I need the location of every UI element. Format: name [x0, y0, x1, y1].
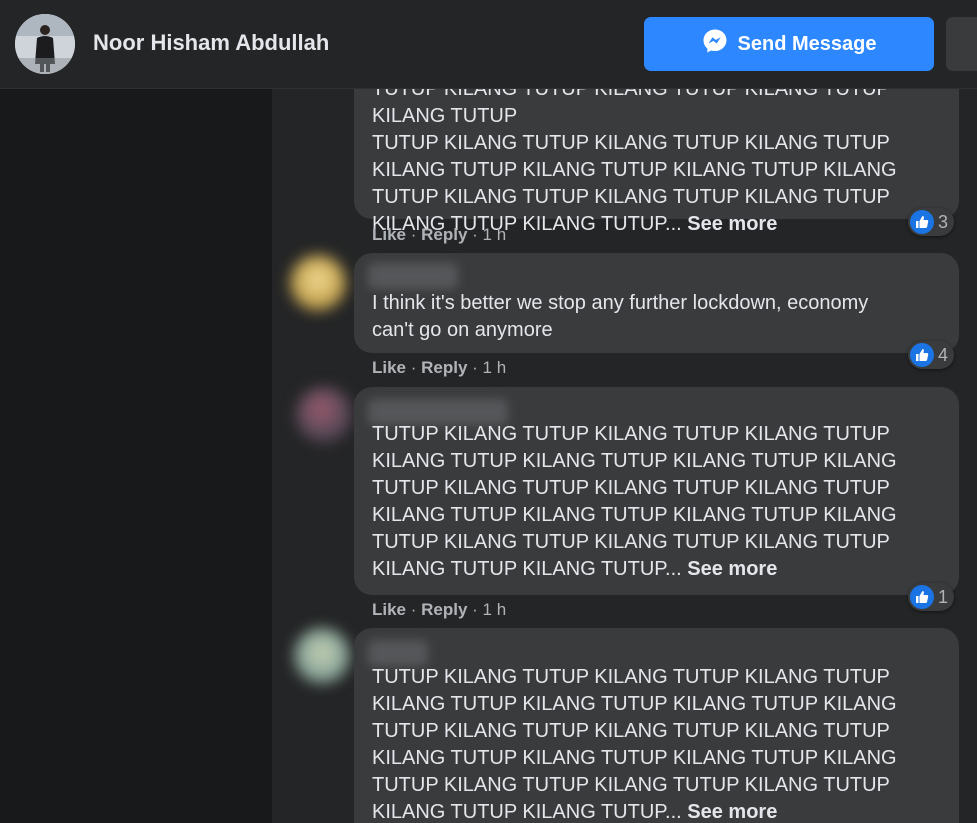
reaction-number: 1 — [938, 586, 949, 607]
commenter-avatar[interactable] — [296, 387, 352, 443]
comment-bubble: TUTUP KILANG TUTUP KILANG TUTUP KILANG T… — [354, 89, 959, 235]
commenter-name-blurred[interactable] — [368, 640, 428, 666]
comment-bubble: TUTUP KILANG TUTUP KILANG TUTUP KILANG T… — [354, 387, 959, 595]
comment-body: TUTUP KILANG TUTUP KILANG TUTUP KILANG T… — [372, 423, 897, 580]
messenger-icon — [702, 28, 728, 60]
thumbs-up-icon — [910, 343, 934, 367]
like-link[interactable]: Like — [372, 225, 406, 244]
profile-header: Noor Hisham Abdullah Send Message — [0, 0, 977, 89]
commenter-avatar[interactable] — [294, 628, 350, 684]
profile-photo — [15, 14, 75, 74]
comment-bubble: TUTUP KILANG TUTUP KILANG TUTUP KILANG T… — [354, 628, 959, 823]
see-more-link[interactable]: See more — [687, 213, 777, 235]
comment-time: 1 h — [482, 225, 507, 244]
comment-body: TUTUP KILANG TUTUP KILANG TUTUP KILANG T… — [372, 89, 897, 235]
comment-actions: Like · Reply · 1 h — [372, 225, 507, 244]
profile-avatar[interactable] — [15, 14, 75, 74]
comment-text: TUTUP KILANG TUTUP KILANG TUTUP KILANG T… — [372, 664, 941, 823]
like-link[interactable]: Like — [372, 600, 406, 619]
like-link[interactable]: Like — [372, 358, 406, 377]
reply-link[interactable]: Reply — [421, 225, 467, 244]
reaction-count[interactable]: 3 — [908, 208, 955, 236]
reaction-count[interactable]: 4 — [908, 341, 955, 369]
see-more-link[interactable]: See more — [687, 801, 777, 823]
comment-bubble: I think it's better we stop any further … — [354, 253, 959, 353]
comment-actions: Like · Reply · 1 h — [372, 600, 507, 619]
reaction-count[interactable]: 1 — [908, 583, 955, 611]
send-message-button[interactable]: Send Message — [644, 17, 934, 71]
left-pane — [0, 89, 272, 823]
comment-time: 1 h — [482, 358, 507, 377]
reply-link[interactable]: Reply — [421, 600, 467, 619]
send-message-label: Send Message — [737, 32, 877, 55]
thumbs-up-icon — [910, 585, 934, 609]
comment-body: TUTUP KILANG TUTUP KILANG TUTUP KILANG T… — [372, 666, 897, 823]
reply-link[interactable]: Reply — [421, 358, 467, 377]
comment-actions: Like · Reply · 1 h — [372, 358, 507, 377]
see-more-link[interactable]: See more — [687, 558, 777, 580]
commenter-name-blurred[interactable] — [368, 263, 458, 289]
reaction-number: 4 — [938, 344, 949, 365]
thumbs-up-icon — [910, 210, 934, 234]
reaction-number: 3 — [938, 211, 949, 232]
profile-name[interactable]: Noor Hisham Abdullah — [93, 30, 329, 56]
comment-text: I think it's better we stop any further … — [372, 292, 869, 341]
more-options-button[interactable] — [946, 17, 977, 71]
comment-text: TUTUP KILANG TUTUP KILANG TUTUP KILANG T… — [372, 421, 941, 583]
comments-feed: TUTUP KILANG TUTUP KILANG TUTUP KILANG T… — [272, 89, 977, 823]
comment-text: TUTUP KILANG TUTUP KILANG TUTUP KILANG T… — [372, 89, 941, 238]
commenter-avatar[interactable] — [290, 255, 346, 311]
comment-time: 1 h — [482, 600, 507, 619]
